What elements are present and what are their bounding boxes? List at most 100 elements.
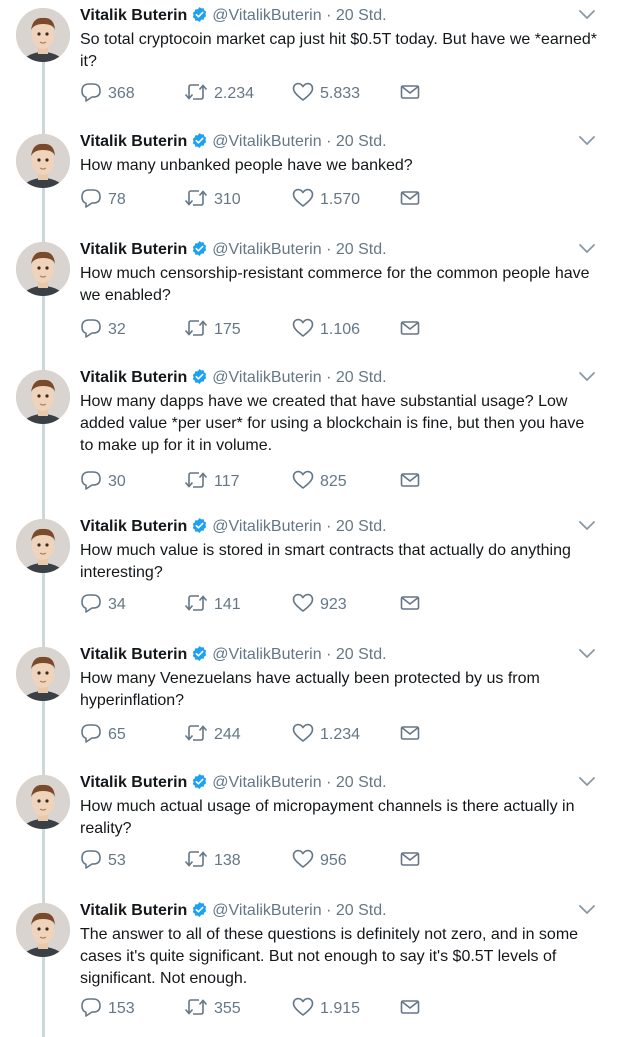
timestamp[interactable]: 20 Std.	[336, 646, 387, 663]
avatar[interactable]	[16, 519, 70, 573]
reply-button[interactable]: 78	[80, 188, 126, 212]
reply-count: 53	[108, 852, 126, 869]
retweet-button[interactable]: 117	[184, 470, 240, 494]
like-button[interactable]: 956	[292, 849, 347, 873]
author-handle[interactable]: @VitalikButerin	[212, 369, 321, 386]
avatar[interactable]	[16, 903, 70, 957]
direct-message-button[interactable]	[400, 723, 426, 747]
separator-dot: ·	[326, 241, 332, 258]
retweet-button[interactable]: 244	[184, 723, 241, 747]
reply-button[interactable]: 30	[80, 470, 126, 494]
retweet-arrows-icon	[184, 723, 214, 748]
retweet-count: 141	[214, 596, 241, 613]
author-name[interactable]: Vitalik Buterin	[80, 241, 187, 258]
like-button[interactable]: 1.570	[292, 188, 360, 212]
tweet[interactable]: Vitalik Buterin @VitalikButerin · 20 Std.…	[0, 895, 619, 1027]
reply-button[interactable]: 65	[80, 723, 126, 747]
author-handle[interactable]: @VitalikButerin	[212, 241, 321, 258]
avatar[interactable]	[16, 647, 70, 701]
avatar[interactable]	[16, 775, 70, 829]
retweet-arrows-icon	[184, 593, 214, 618]
chevron-down-icon[interactable]	[578, 647, 596, 665]
reply-button[interactable]: 153	[80, 997, 135, 1021]
avatar[interactable]	[16, 134, 70, 188]
direct-message-button[interactable]	[400, 593, 426, 617]
verified-badge-icon	[191, 645, 208, 668]
chevron-down-icon[interactable]	[578, 519, 596, 537]
chevron-down-icon[interactable]	[578, 775, 596, 793]
retweet-button[interactable]: 2.234	[184, 82, 254, 106]
timestamp[interactable]: 20 Std.	[336, 774, 387, 791]
like-button[interactable]: 825	[292, 470, 347, 494]
author-handle[interactable]: @VitalikButerin	[212, 902, 321, 919]
retweet-button[interactable]: 355	[184, 997, 241, 1021]
retweet-button[interactable]: 141	[184, 593, 241, 617]
reply-button[interactable]: 34	[80, 593, 126, 617]
author-name[interactable]: Vitalik Buterin	[80, 774, 187, 791]
timestamp[interactable]: 20 Std.	[336, 518, 387, 535]
chevron-down-icon[interactable]	[578, 134, 596, 152]
retweet-count: 2.234	[214, 85, 255, 102]
retweet-button[interactable]: 175	[184, 318, 241, 342]
like-button[interactable]: 1.915	[292, 997, 360, 1021]
like-button[interactable]: 1.234	[292, 723, 360, 747]
heart-icon	[292, 997, 320, 1022]
timestamp[interactable]: 20 Std.	[336, 7, 387, 24]
tweet-actions: 53 138 956	[80, 849, 480, 873]
avatar[interactable]	[16, 370, 70, 424]
reply-button[interactable]: 32	[80, 318, 126, 342]
tweet[interactable]: Vitalik Buterin @VitalikButerin · 20 Std.…	[0, 0, 619, 112]
direct-message-button[interactable]	[400, 470, 426, 494]
direct-message-button[interactable]	[400, 997, 426, 1021]
direct-message-button[interactable]	[400, 188, 426, 212]
tweet[interactable]: Vitalik Buterin @VitalikButerin · 20 Std.…	[0, 511, 619, 623]
avatar[interactable]	[16, 242, 70, 296]
tweet[interactable]: Vitalik Buterin @VitalikButerin · 20 Std.…	[0, 234, 619, 348]
author-handle[interactable]: @VitalikButerin	[212, 7, 321, 24]
like-button[interactable]: 923	[292, 593, 347, 617]
chevron-down-icon[interactable]	[578, 370, 596, 388]
reply-button[interactable]: 53	[80, 849, 126, 873]
author-name[interactable]: Vitalik Buterin	[80, 518, 187, 535]
like-button[interactable]: 5.833	[292, 82, 360, 106]
author-handle[interactable]: @VitalikButerin	[212, 774, 321, 791]
reply-button[interactable]: 368	[80, 82, 135, 106]
author-name[interactable]: Vitalik Buterin	[80, 133, 187, 150]
author-handle[interactable]: @VitalikButerin	[212, 646, 321, 663]
direct-message-button[interactable]	[400, 318, 426, 342]
author-name[interactable]: Vitalik Buterin	[80, 7, 187, 24]
author-name[interactable]: Vitalik Buterin	[80, 902, 187, 919]
tweet[interactable]: Vitalik Buterin @VitalikButerin · 20 Std.…	[0, 362, 619, 500]
tweet[interactable]: Vitalik Buterin @VitalikButerin · 20 Std.…	[0, 126, 619, 218]
timestamp[interactable]: 20 Std.	[336, 241, 387, 258]
separator-dot: ·	[326, 369, 332, 386]
tweet-header: Vitalik Buterin @VitalikButerin · 20 Std.	[80, 6, 387, 29]
tweet-actions: 32 175 1.106	[80, 318, 480, 342]
reply-count: 78	[108, 191, 126, 208]
retweet-arrows-icon	[184, 318, 214, 343]
author-name[interactable]: Vitalik Buterin	[80, 369, 187, 386]
separator-dot: ·	[326, 646, 332, 663]
heart-icon	[292, 723, 320, 748]
tweet[interactable]: Vitalik Buterin @VitalikButerin · 20 Std.…	[0, 767, 619, 879]
reply-count: 368	[108, 85, 135, 102]
tweet-header: Vitalik Buterin @VitalikButerin · 20 Std.	[80, 773, 387, 796]
timestamp[interactable]: 20 Std.	[336, 902, 387, 919]
chevron-down-icon[interactable]	[578, 8, 596, 26]
chevron-down-icon[interactable]	[578, 903, 596, 921]
author-name[interactable]: Vitalik Buterin	[80, 646, 187, 663]
retweet-arrows-icon	[184, 997, 214, 1022]
author-handle[interactable]: @VitalikButerin	[212, 518, 321, 535]
avatar[interactable]	[16, 8, 70, 62]
direct-message-button[interactable]	[400, 849, 426, 873]
tweet-header: Vitalik Buterin @VitalikButerin · 20 Std.	[80, 645, 387, 668]
timestamp[interactable]: 20 Std.	[336, 369, 387, 386]
retweet-button[interactable]: 138	[184, 849, 241, 873]
author-handle[interactable]: @VitalikButerin	[212, 133, 321, 150]
timestamp[interactable]: 20 Std.	[336, 133, 387, 150]
direct-message-button[interactable]	[400, 82, 426, 106]
retweet-button[interactable]: 310	[184, 188, 241, 212]
chevron-down-icon[interactable]	[578, 242, 596, 260]
like-button[interactable]: 1.106	[292, 318, 360, 342]
tweet[interactable]: Vitalik Buterin @VitalikButerin · 20 Std.…	[0, 639, 619, 753]
